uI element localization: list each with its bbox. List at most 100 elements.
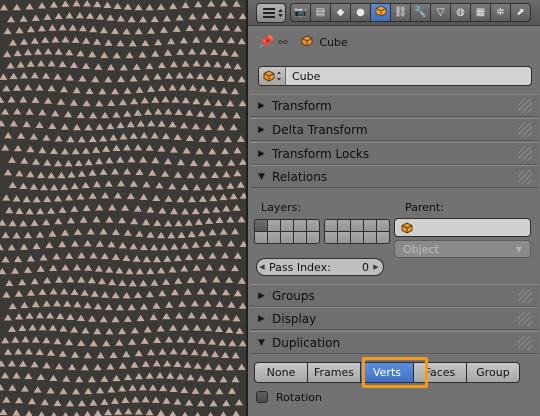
world-icon: ● bbox=[356, 7, 365, 18]
dup-none-button[interactable]: None bbox=[254, 362, 308, 383]
dup-faces-button[interactable]: Faces bbox=[413, 362, 467, 383]
panel-title: Groups bbox=[272, 288, 315, 303]
panel-title: Transform bbox=[272, 98, 332, 113]
tab-modifiers[interactable]: 🔧 bbox=[410, 3, 431, 22]
rotation-option[interactable]: Rotation bbox=[256, 388, 322, 406]
tab-physics[interactable]: ⬈ bbox=[510, 3, 531, 22]
layer-toggle[interactable] bbox=[281, 220, 293, 231]
layer-toggle[interactable] bbox=[281, 232, 293, 243]
properties-header: 📷 ▤ ◆ ● ⛓ 🔧 ▽ ◍ ▦ ✲ ⬈ bbox=[248, 0, 540, 26]
duplication-mode-selector: None Frames Verts Faces Group bbox=[254, 362, 520, 383]
expand-triangle-icon: ▶ bbox=[258, 124, 265, 135]
panel-groups-header[interactable]: ▶ Groups bbox=[250, 284, 538, 307]
layer-toggle[interactable] bbox=[294, 232, 306, 243]
panel-title: Transform Locks bbox=[272, 146, 370, 161]
properties-editor-icon bbox=[263, 8, 283, 18]
object-cube-icon bbox=[263, 70, 281, 82]
physics-icon: ⬈ bbox=[516, 7, 525, 18]
tab-constraints[interactable]: ⛓ bbox=[390, 3, 411, 22]
layer-toggle[interactable] bbox=[377, 220, 389, 231]
expand-triangle-icon: ▶ bbox=[258, 290, 265, 301]
breadcrumb: 📌 ⚯ Cube bbox=[248, 28, 540, 56]
object-name-value[interactable]: Cube bbox=[292, 70, 320, 83]
panel-delta-transform-header[interactable]: ▶ Delta Transform bbox=[250, 118, 538, 141]
breadcrumb-object-name: Cube bbox=[319, 35, 348, 49]
parent-field[interactable] bbox=[394, 218, 531, 237]
texture-icon: ▦ bbox=[475, 7, 486, 18]
properties-editor: 📷 ▤ ◆ ● ⛓ 🔧 ▽ ◍ ▦ ✲ ⬈ 📌 ⚯ Cube Cube ▶ Tr… bbox=[248, 0, 540, 416]
dup-frames-button[interactable]: Frames bbox=[307, 362, 361, 383]
layer-toggle[interactable] bbox=[255, 220, 267, 231]
layer-toggle[interactable] bbox=[351, 232, 363, 243]
drag-grip-icon[interactable] bbox=[518, 147, 532, 161]
collapse-triangle-icon: ▼ bbox=[258, 337, 265, 348]
layer-toggle[interactable] bbox=[351, 220, 363, 231]
parent-type-dropdown[interactable]: Object ▼ bbox=[394, 240, 531, 258]
panel-title: Duplication bbox=[272, 335, 341, 350]
layer-toggle[interactable] bbox=[364, 232, 376, 243]
panel-title: Display bbox=[272, 311, 317, 326]
rotation-label: Rotation bbox=[276, 390, 323, 404]
parent-type-value: Object bbox=[403, 242, 439, 256]
layer-toggle[interactable] bbox=[325, 232, 337, 243]
tab-object[interactable] bbox=[370, 3, 391, 22]
constraints-icon: ⛓ bbox=[394, 7, 407, 18]
tab-world[interactable]: ● bbox=[350, 3, 371, 22]
drag-grip-icon[interactable] bbox=[518, 336, 532, 350]
panel-transform-locks-header[interactable]: ▶ Transform Locks bbox=[250, 142, 538, 165]
layer-toggle[interactable] bbox=[307, 232, 319, 243]
layer-toggle[interactable] bbox=[325, 220, 337, 231]
tab-render[interactable]: 📷 bbox=[290, 3, 311, 22]
layer-toggle[interactable] bbox=[338, 232, 350, 243]
decrement-arrow-icon[interactable]: ◀ bbox=[257, 263, 267, 271]
panel-display-header[interactable]: ▶ Display bbox=[250, 307, 538, 330]
layer-toggle[interactable] bbox=[268, 232, 280, 243]
object-name-field[interactable]: Cube bbox=[258, 66, 532, 86]
expand-triangle-icon: ▶ bbox=[258, 148, 265, 159]
layer-toggle[interactable] bbox=[377, 232, 389, 243]
drag-grip-icon[interactable] bbox=[518, 312, 532, 326]
tab-scene[interactable]: ◆ bbox=[330, 3, 351, 22]
drag-grip-icon[interactable] bbox=[518, 170, 532, 184]
pass-index-field[interactable]: ◀ Pass Index: 0 ▶ bbox=[256, 258, 384, 276]
dup-group-button[interactable]: Group bbox=[466, 362, 520, 383]
pass-index-value: 0 bbox=[362, 260, 369, 274]
collapse-triangle-icon: ▼ bbox=[258, 171, 265, 182]
tab-render-layers[interactable]: ▤ bbox=[310, 3, 331, 22]
data-icon: ▽ bbox=[436, 7, 445, 18]
panel-duplication-header[interactable]: ▼ Duplication bbox=[250, 331, 538, 354]
layer-toggle[interactable] bbox=[338, 220, 350, 231]
layers-grid-left[interactable] bbox=[254, 219, 320, 244]
layers-grid-right[interactable] bbox=[324, 219, 390, 244]
editor-type-button[interactable] bbox=[256, 3, 286, 23]
modifiers-icon: 🔧 bbox=[414, 7, 427, 18]
render-layers-icon: ▤ bbox=[315, 7, 326, 18]
viewport-duplicated-vertices bbox=[0, 0, 246, 416]
object-cube-icon bbox=[301, 35, 313, 50]
layer-toggle[interactable] bbox=[294, 220, 306, 231]
object-type-button[interactable] bbox=[259, 67, 286, 85]
tab-data[interactable]: ▽ bbox=[430, 3, 451, 22]
panel-transform-header[interactable]: ▶ Transform bbox=[250, 94, 538, 117]
drag-grip-icon[interactable] bbox=[518, 289, 532, 303]
pass-index-label: Pass Index: bbox=[269, 260, 331, 274]
layer-toggle[interactable] bbox=[268, 220, 280, 231]
tab-texture[interactable]: ▦ bbox=[470, 3, 491, 22]
tab-material[interactable]: ◍ bbox=[450, 3, 471, 22]
increment-arrow-icon[interactable]: ▶ bbox=[371, 263, 381, 271]
rotation-checkbox[interactable] bbox=[256, 391, 268, 403]
parent-label: Parent: bbox=[405, 201, 444, 214]
drag-grip-icon[interactable] bbox=[518, 123, 532, 137]
dup-verts-button[interactable]: Verts bbox=[360, 362, 414, 383]
scene-icon: ◆ bbox=[336, 7, 345, 18]
context-tabs: 📷 ▤ ◆ ● ⛓ 🔧 ▽ ◍ ▦ ✲ ⬈ bbox=[290, 3, 531, 22]
render-icon: 📷 bbox=[294, 7, 307, 18]
3d-viewport[interactable] bbox=[0, 0, 246, 416]
layer-toggle[interactable] bbox=[307, 220, 319, 231]
drag-grip-icon[interactable] bbox=[518, 99, 532, 113]
pin-icon[interactable]: 📌 bbox=[258, 35, 274, 50]
panel-relations-header[interactable]: ▼ Relations bbox=[250, 165, 538, 188]
tab-particles[interactable]: ✲ bbox=[490, 3, 511, 22]
layer-toggle[interactable] bbox=[255, 232, 267, 243]
layer-toggle[interactable] bbox=[364, 220, 376, 231]
